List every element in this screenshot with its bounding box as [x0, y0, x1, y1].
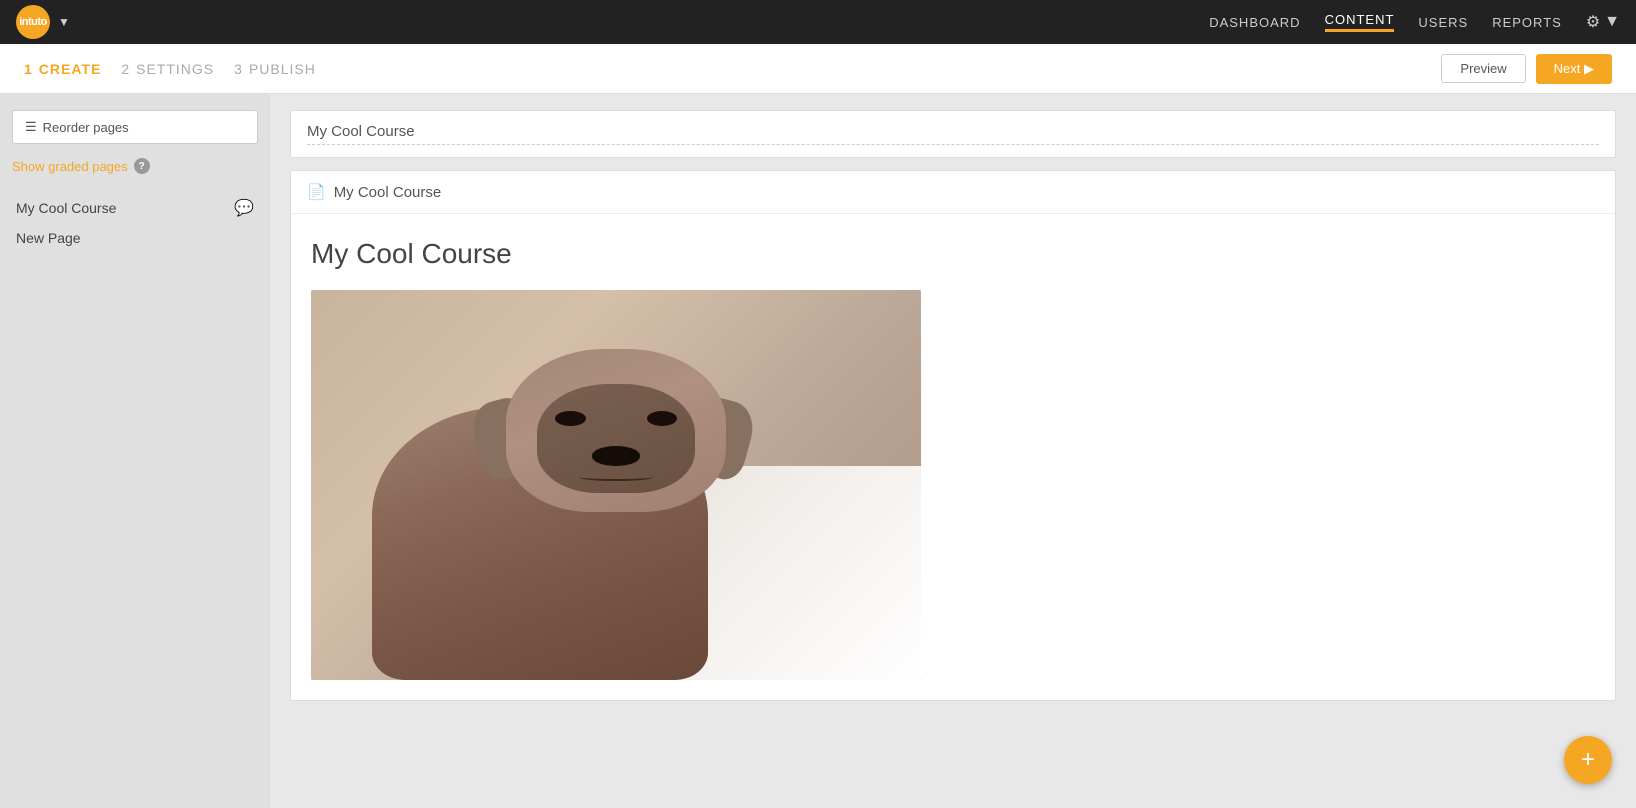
nav-link-dashboard[interactable]: DASHBOARD — [1209, 15, 1300, 30]
step-3[interactable]: 3 PUBLISH — [234, 61, 316, 77]
breadcrumb-title-wrapper — [290, 110, 1616, 158]
course-image — [311, 290, 921, 680]
course-heading: My Cool Course — [311, 238, 1595, 270]
step2-label: SETTINGS — [136, 61, 214, 77]
page-card-body: My Cool Course — [291, 214, 1615, 700]
page-doc-icon: 📄 — [307, 183, 326, 201]
course-title-input[interactable] — [307, 123, 1599, 145]
sidebar-page-new-page[interactable]: New Page — [12, 224, 258, 252]
step-1[interactable]: 1 CREATE — [24, 61, 101, 77]
sidebar-page-my-cool-course[interactable]: My Cool Course 💬 — [12, 192, 258, 224]
preview-button[interactable]: Preview — [1441, 54, 1525, 83]
step3-number: 3 — [234, 61, 243, 77]
show-graded-label: Show graded pages — [12, 159, 128, 174]
nav-link-reports[interactable]: REPORTS — [1492, 15, 1562, 30]
main-layout: ☰ Reorder pages Show graded pages ? My C… — [0, 94, 1636, 808]
settings-menu[interactable]: ⚙ ▼ — [1586, 12, 1620, 32]
step1-number: 1 — [24, 61, 33, 77]
nav-link-users[interactable]: USERS — [1418, 15, 1468, 30]
step-bar: 1 CREATE 2 SETTINGS 3 PUBLISH Preview Ne… — [0, 44, 1636, 94]
help-icon: ? — [134, 158, 150, 174]
reorder-pages-button[interactable]: ☰ Reorder pages — [12, 110, 258, 144]
step-2[interactable]: 2 SETTINGS — [121, 61, 214, 77]
settings-dropdown-icon: ▼ — [1604, 13, 1620, 31]
logo-text: intuto — [19, 16, 47, 28]
gear-icon: ⚙ — [1586, 12, 1600, 32]
show-graded-toggle[interactable]: Show graded pages ? — [12, 158, 258, 174]
nav-link-content[interactable]: CONTENT — [1325, 12, 1395, 32]
sidebar-page-title-1: New Page — [16, 230, 81, 246]
page-card: 📄 My Cool Course My Cool Course — [290, 170, 1616, 701]
next-button[interactable]: Next ▶ — [1536, 54, 1612, 84]
step2-number: 2 — [121, 61, 130, 77]
logo[interactable]: intuto — [16, 5, 50, 39]
fab-button[interactable]: + — [1564, 736, 1612, 784]
step-bar-right: Preview Next ▶ — [1441, 54, 1612, 84]
content-area: 📄 My Cool Course My Cool Course — [270, 94, 1636, 808]
step1-label: CREATE — [39, 61, 102, 77]
logo-dropdown-icon[interactable]: ▼ — [58, 15, 70, 29]
step-bar-left: 1 CREATE 2 SETTINGS 3 PUBLISH — [24, 61, 316, 77]
page-card-header: 📄 My Cool Course — [291, 171, 1615, 214]
fab-icon: + — [1581, 746, 1595, 774]
sidebar-page-title-0: My Cool Course — [16, 200, 116, 216]
page-card-title: My Cool Course — [334, 184, 442, 201]
reorder-label: Reorder pages — [43, 120, 129, 135]
step3-label: PUBLISH — [249, 61, 316, 77]
top-nav: intuto ▼ DASHBOARD CONTENT USERS REPORTS… — [0, 0, 1636, 44]
chat-icon-0: 💬 — [234, 198, 254, 218]
nav-left: intuto ▼ — [16, 5, 70, 39]
nav-right: DASHBOARD CONTENT USERS REPORTS ⚙ ▼ — [1209, 12, 1620, 32]
reorder-icon: ☰ — [25, 119, 37, 135]
sidebar: ☰ Reorder pages Show graded pages ? My C… — [0, 94, 270, 808]
